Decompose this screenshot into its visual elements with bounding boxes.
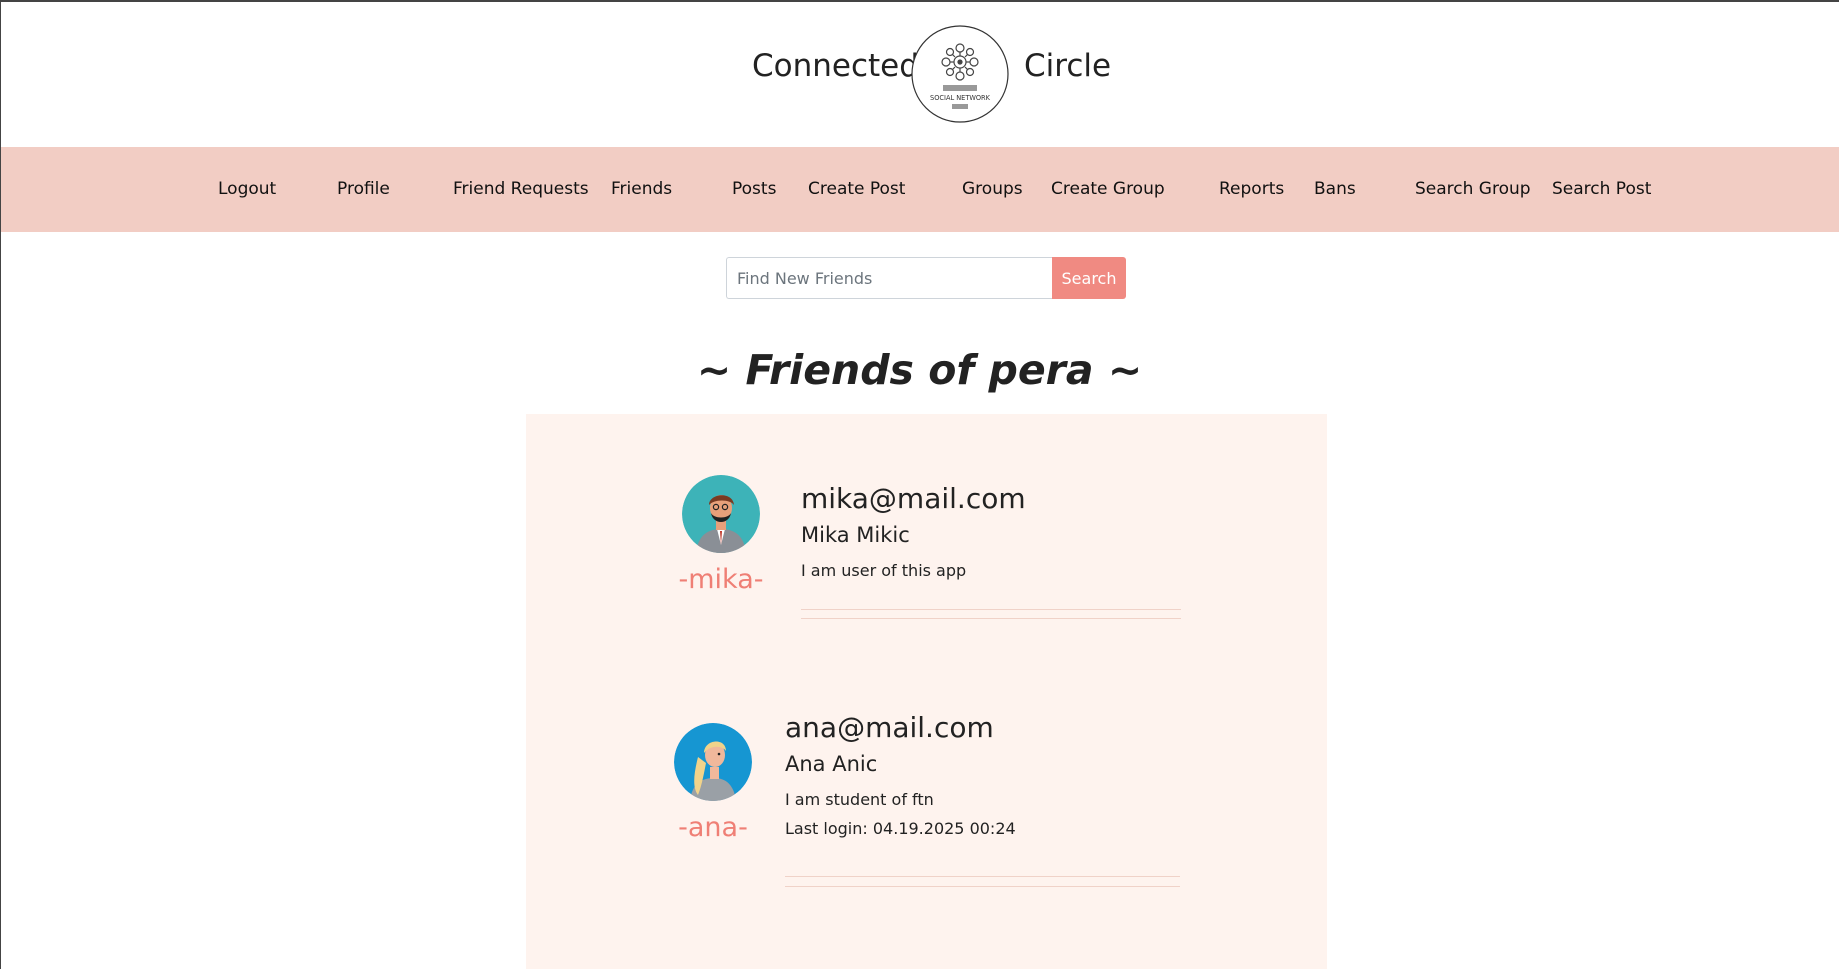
nav-groups[interactable]: Groups [962,147,1023,232]
site-header: Connected SOCIAL NETWORK Circle [0,0,1839,147]
person-avatar-icon [674,723,752,801]
friend-email[interactable]: mika@mail.com [801,482,1026,515]
friend-divider [801,618,1181,619]
friend-full-name: Mika Mikic [801,523,910,547]
person-avatar-icon [682,475,760,553]
nav-search-post[interactable]: Search Post [1552,147,1651,232]
nav-reports[interactable]: Reports [1219,147,1284,232]
friend-avatar-ana[interactable] [674,723,752,801]
friend-bio: I am user of this app [801,561,967,580]
friend-divider [785,886,1180,887]
nav-profile[interactable]: Profile [337,147,390,232]
nav-search-group[interactable]: Search Group [1415,147,1531,232]
friend-divider [785,876,1180,877]
nav-create-post[interactable]: Create Post [808,147,905,232]
brand-name-right: Circle [1024,48,1112,84]
friend-email[interactable]: ana@mail.com [785,711,994,744]
find-friends-input[interactable] [726,257,1052,299]
nav-logout[interactable]: Logout [218,147,276,232]
nav-friend-requests[interactable]: Friend Requests [453,147,589,232]
social-network-logo-icon[interactable]: SOCIAL NETWORK [911,25,1009,123]
nav-posts[interactable]: Posts [732,147,776,232]
friend-username: -ana- [678,812,748,843]
search-button[interactable]: Search [1052,257,1126,299]
friend-avatar-mika[interactable] [682,475,760,553]
friend-username: -mika- [678,564,764,595]
friend-divider [801,609,1181,610]
nav-create-group[interactable]: Create Group [1051,147,1165,232]
brand-name-left: Connected [752,48,919,84]
nav-bans[interactable]: Bans [1314,147,1356,232]
logo-caption: SOCIAL NETWORK [930,94,991,102]
friend-bio: I am student of ftn [785,790,934,809]
friend-last-login: Last login: 04.19.2025 00:24 [785,819,1016,838]
page-title: ~ Friends of pera ~ [696,346,1143,394]
friend-full-name: Ana Anic [785,752,878,776]
nav-friends[interactable]: Friends [611,147,672,232]
main-nav: Logout Profile Friend Requests Friends P… [1,147,1839,232]
